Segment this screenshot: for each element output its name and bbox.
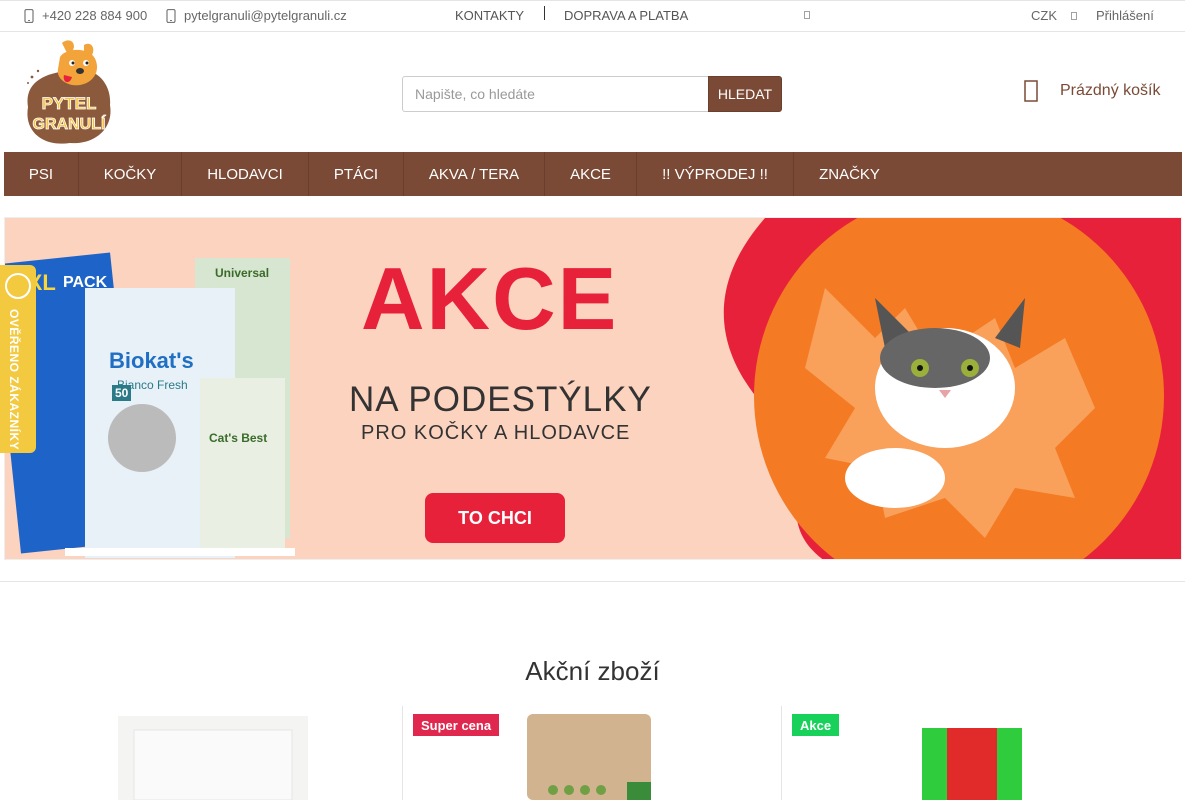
banner-cta-button[interactable]: TO CHCI	[425, 493, 565, 543]
pack-brand-catsbest-2: Universal	[215, 266, 270, 280]
promo-banner[interactable]: AKCE NA PODESTÝLKY PRO KOČKY A HLODAVCE …	[4, 217, 1182, 560]
cart-icon	[1024, 80, 1038, 102]
banner-line-2: PRO KOČKY A HLODAVCE	[361, 422, 631, 444]
email-address: pytelgranuli@pytelgranuli.cz	[184, 8, 347, 23]
search-button[interactable]: HLEDAT	[708, 76, 782, 112]
mobile-icon	[166, 8, 176, 23]
cart[interactable]: Prázdný košík	[1024, 80, 1160, 102]
nav-item-vyprodej[interactable]: !! VÝPRODEJ !!	[637, 152, 794, 196]
contacts-link[interactable]: KONTAKTY	[455, 8, 524, 23]
topbar-divider	[544, 6, 545, 20]
shipping-link[interactable]: DOPRAVA A PLATBA	[564, 8, 688, 23]
product-badge: Super cena	[413, 714, 500, 736]
banner-headline: AKCE	[361, 249, 619, 348]
logo-text-top: PYTEL	[42, 94, 97, 113]
verified-customers-badge[interactable]: OVĚŘENO ZÁKAZNÍKY	[0, 265, 36, 453]
nav-item-hlodavci[interactable]: HLODAVCI	[182, 152, 309, 196]
nav-item-akce[interactable]: AKCE	[545, 152, 637, 196]
phone-link[interactable]: +420 228 884 900	[24, 8, 147, 23]
product-grid: Super cena Akce	[24, 706, 1161, 800]
nav-item-psi[interactable]: PSI	[4, 152, 79, 196]
login-link[interactable]: Přihlášení	[1096, 8, 1154, 23]
product-badge: Akce	[792, 714, 840, 736]
pack-percent: 50	[112, 385, 132, 401]
phone-number: +420 228 884 900	[42, 8, 148, 23]
banner-line-1: NA PODESTÝLKY	[349, 380, 652, 419]
pack-brand-biokats: Biokat's	[109, 348, 194, 373]
logo[interactable]: PYTEL GRANULÍ	[22, 37, 114, 147]
main-nav: PSI KOČKY HLODAVCI PTÁCI AKVA / TERA AKC…	[4, 152, 1182, 196]
seal-icon	[5, 273, 31, 299]
pack-brand-catsbest: Cat's Best	[209, 431, 268, 445]
product-card[interactable]: Super cena	[402, 706, 781, 800]
divider	[0, 581, 1185, 582]
email-link[interactable]: pytelgranuli@pytelgranuli.cz	[166, 8, 347, 23]
verified-label: OVĚŘENO ZÁKAZNÍKY	[7, 309, 21, 451]
info-icon	[804, 11, 810, 19]
currency-selector[interactable]: CZK	[1031, 8, 1077, 23]
chevron-down-icon	[1071, 11, 1077, 20]
search-input[interactable]	[402, 76, 708, 112]
nav-item-znacky[interactable]: ZNAČKY	[794, 152, 905, 196]
phone-icon	[24, 8, 34, 23]
section-title: Akční zboží	[525, 656, 660, 686]
cart-label: Prázdný košík	[1060, 82, 1161, 99]
shipping-label: DOPRAVA A PLATBA	[564, 8, 689, 23]
header: PYTEL GRANULÍ HLEDAT Prázdný košík	[0, 32, 1185, 152]
nav-item-kocky[interactable]: KOČKY	[79, 152, 182, 196]
more-link[interactable]	[804, 10, 810, 20]
contacts-label: KONTAKTY	[455, 8, 525, 23]
login-label: Přihlášení	[1096, 8, 1154, 23]
top-bar: +420 228 884 900 pytelgranuli@pytelgranu…	[0, 0, 1185, 32]
nav-item-akva-tera[interactable]: AKVA / TERA	[404, 152, 545, 196]
product-card[interactable]	[24, 706, 402, 800]
nav-item-ptaci[interactable]: PTÁCI	[309, 152, 404, 196]
logo-text-bottom: GRANULÍ	[33, 114, 106, 133]
product-image	[118, 716, 308, 800]
pack-pack: PACK	[63, 274, 108, 291]
product-card[interactable]: Akce	[781, 706, 1161, 800]
search-form: HLEDAT	[402, 76, 782, 112]
currency-label: CZK	[1031, 8, 1057, 23]
